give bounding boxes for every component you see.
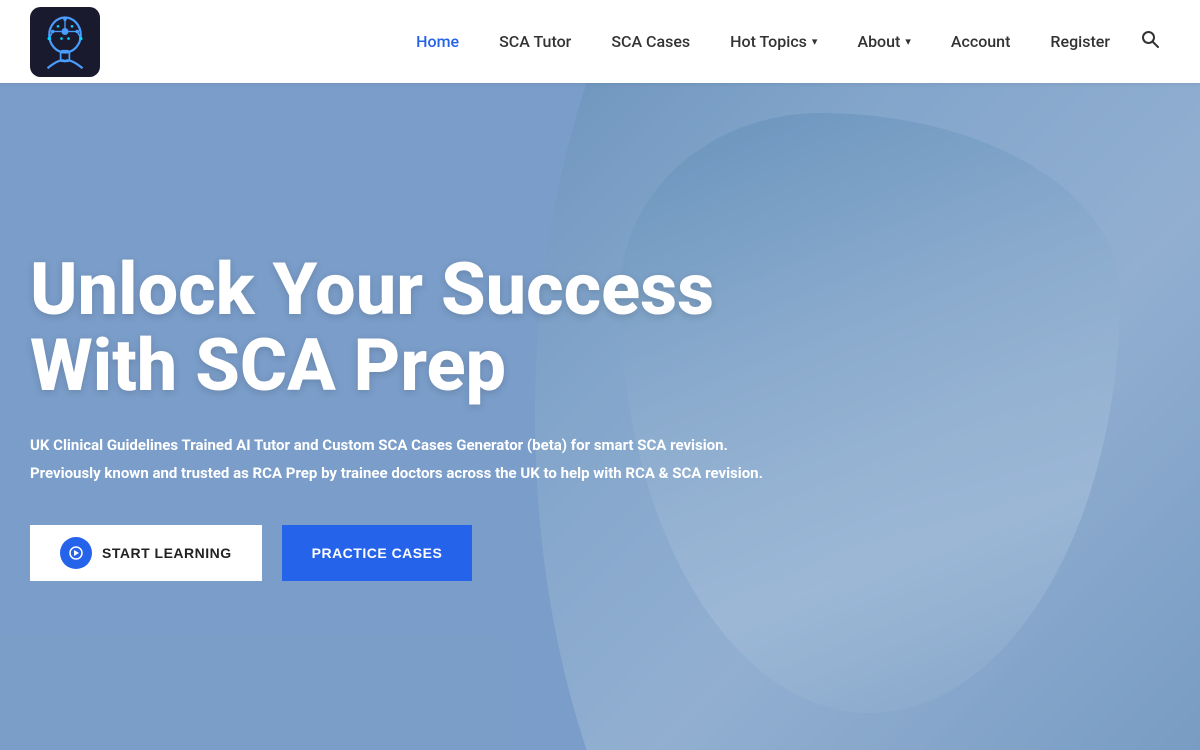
site-logo (30, 7, 100, 77)
logo-area[interactable] (30, 7, 100, 77)
nav-item-about[interactable]: About ▾ (837, 0, 930, 83)
practice-cases-button[interactable]: PRACTICE CASES (282, 525, 473, 581)
hot-topics-chevron-icon: ▾ (812, 0, 818, 83)
main-nav: Home SCA Tutor SCA Cases Hot Topics ▾ Ab… (396, 0, 1130, 83)
start-learning-button[interactable]: START LEARNING (30, 525, 262, 581)
hero-title: Unlock Your Success With SCA Prep (30, 252, 770, 403)
hero-subtitle-2: Previously known and trusted as RCA Prep… (30, 462, 770, 485)
nav-item-sca-tutor[interactable]: SCA Tutor (479, 0, 591, 83)
hero-subtitle-1: UK Clinical Guidelines Trained AI Tutor … (30, 434, 770, 457)
nav-item-sca-cases[interactable]: SCA Cases (591, 0, 710, 83)
about-chevron-icon: ▾ (905, 0, 911, 83)
nav-item-account[interactable]: Account (931, 0, 1031, 83)
hero-section: Unlock Your Success With SCA Prep UK Cli… (0, 83, 1200, 750)
start-learning-icon (60, 537, 92, 569)
search-button[interactable] (1130, 0, 1170, 83)
search-icon (1140, 29, 1160, 54)
nav-item-home[interactable]: Home (396, 0, 479, 83)
practice-cases-label: PRACTICE CASES (312, 545, 443, 561)
nav-item-hot-topics[interactable]: Hot Topics ▾ (710, 0, 837, 83)
site-header: Home SCA Tutor SCA Cases Hot Topics ▾ Ab… (0, 0, 1200, 83)
hero-content: Unlock Your Success With SCA Prep UK Cli… (0, 83, 800, 750)
hero-buttons: START LEARNING PRACTICE CASES (30, 525, 770, 581)
nav-item-register[interactable]: Register (1030, 0, 1130, 83)
start-learning-label: START LEARNING (102, 545, 232, 561)
